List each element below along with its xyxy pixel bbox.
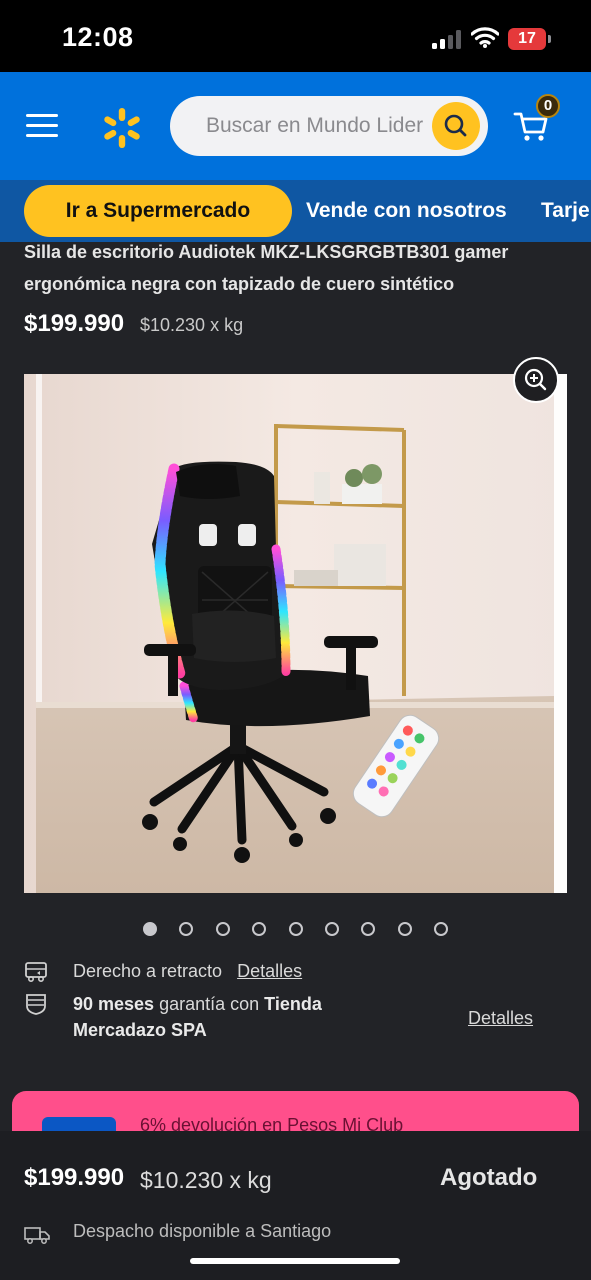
- product-image[interactable]: [24, 374, 567, 893]
- warranty-details-link[interactable]: Detalles: [468, 1005, 533, 1031]
- warranty-duration: 90 meses: [73, 994, 155, 1014]
- bottom-unit-price: $10.230 x kg: [140, 1167, 272, 1193]
- hamburger-menu-icon[interactable]: [26, 112, 58, 140]
- carousel-dot[interactable]: [179, 922, 194, 936]
- supermarket-button[interactable]: Ir a Supermercado: [24, 185, 292, 237]
- nav-link-cards[interactable]: Tarje: [541, 185, 590, 237]
- zoom-button[interactable]: [513, 357, 559, 403]
- zoom-in-icon: [524, 368, 547, 391]
- delivery-info: Despacho disponible a Santiago: [73, 1221, 332, 1241]
- home-indicator[interactable]: [190, 1258, 400, 1264]
- wifi-icon: [471, 27, 499, 48]
- product-title: Silla de escritorio Audiotek MKZ-LKSGRGB…: [24, 242, 509, 294]
- carousel-dot[interactable]: [397, 922, 412, 936]
- image-carousel-dots: [0, 920, 591, 938]
- warranty-text: garantía con: [154, 994, 265, 1014]
- search-icon: [444, 114, 467, 137]
- carousel-dot[interactable]: [288, 922, 303, 936]
- carousel-dot[interactable]: [215, 922, 230, 936]
- warranty-shield-icon: [26, 994, 46, 1015]
- return-policy-label: Derecho a retracto: [73, 961, 223, 981]
- bottom-price: $199.990: [24, 1164, 125, 1191]
- return-truck-icon: [25, 962, 47, 982]
- product-page: 12:08 17 Buscar en Mundo Lider 0 Ir a Su…: [0, 0, 591, 1280]
- product-unit-price: $10.230 x kg: [140, 315, 244, 335]
- app-header: 0: [0, 72, 591, 180]
- battery-level: 17: [508, 28, 546, 50]
- nav-link-sell[interactable]: Vende con nosotros: [306, 185, 507, 237]
- stock-status: Agotado: [440, 1164, 538, 1191]
- search-bar[interactable]: [170, 96, 488, 156]
- product-price: $199.990: [24, 310, 125, 337]
- sticky-bottom-bar: $199.990 $10.230 x kg Agotado Despacho d…: [0, 1131, 591, 1280]
- warranty-info: 90 meses garantía con Tienda Mercadazo S…: [73, 991, 373, 1043]
- carousel-dot[interactable]: [361, 922, 376, 936]
- search-input[interactable]: [206, 96, 428, 156]
- carousel-dot[interactable]: [143, 922, 157, 936]
- cart-count-badge: 0: [536, 94, 560, 118]
- carousel-dot[interactable]: [325, 922, 339, 936]
- battery-cap: [548, 35, 551, 43]
- category-nav: Ir a Supermercado Vende con nosotros Tar…: [0, 180, 591, 242]
- delivery-truck-icon: [24, 1227, 50, 1244]
- cellular-signal-icon: [432, 29, 464, 49]
- status-bar: 12:08 17: [0, 0, 591, 72]
- return-policy: Derecho a retracto Detalles: [73, 958, 302, 984]
- gaming-chair-photo: [24, 374, 567, 893]
- status-time: 12:08: [62, 22, 134, 52]
- walmart-spark-logo[interactable]: [100, 106, 144, 150]
- carousel-dot[interactable]: [434, 922, 449, 936]
- carousel-dot[interactable]: [252, 922, 267, 936]
- search-button[interactable]: [432, 102, 480, 150]
- return-details-link[interactable]: Detalles: [237, 961, 302, 981]
